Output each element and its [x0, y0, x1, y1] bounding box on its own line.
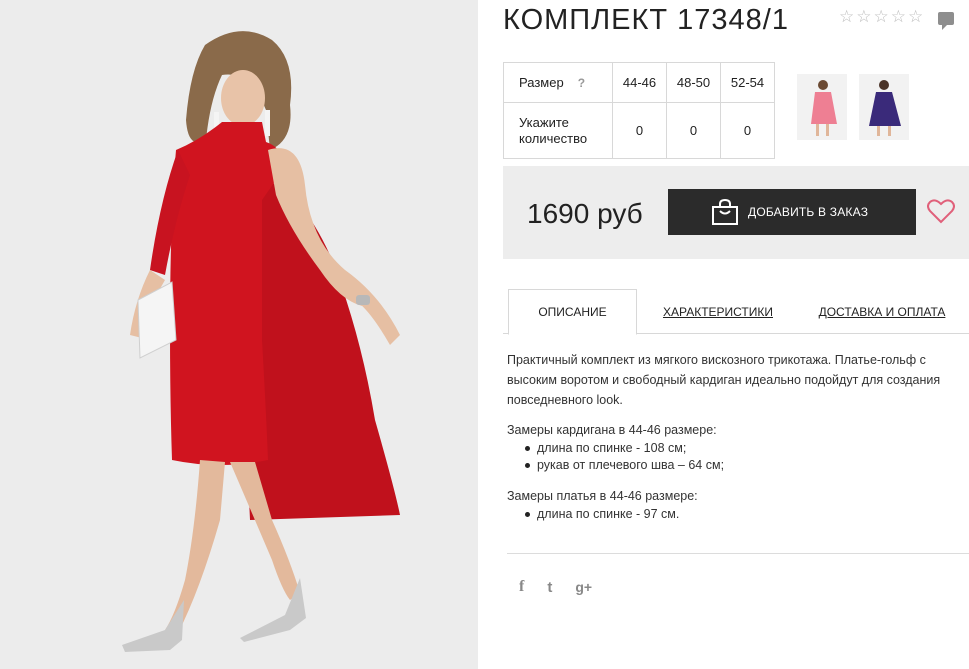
add-to-order-button[interactable]: ДОБАВИТЬ В ЗАКАЗ — [668, 189, 916, 235]
size-column: 48-50 — [666, 62, 721, 103]
heart-icon[interactable] — [927, 198, 955, 224]
tab-bar: ОПИСАНИЕ ХАРАКТЕРИСТИКИ ДОСТАВКА И ОПЛАТ… — [503, 289, 969, 335]
list-item: длина по спинке - 97 см. — [525, 506, 969, 523]
product-title: КОМПЛЕКТ 17348/1 — [503, 4, 789, 36]
size-column: 44-46 — [612, 62, 667, 103]
quantity-input[interactable]: 0 — [720, 102, 775, 159]
thumbnail-purple-image — [859, 74, 909, 140]
help-icon[interactable]: ? — [578, 75, 585, 91]
model-illustration — [0, 0, 478, 669]
quantity-input[interactable]: 0 — [666, 102, 721, 159]
purchase-panel: 1690 руб ДОБАВИТЬ В ЗАКАЗ — [503, 166, 969, 259]
thumbnail-purple[interactable] — [859, 74, 909, 140]
thumbnail-pink[interactable] — [797, 74, 847, 140]
size-label: Размер — [519, 74, 564, 90]
twitter-icon[interactable]: t — [547, 579, 552, 596]
cardigan-measurements-list: длина по спинке - 108 см; рукав от плече… — [525, 440, 969, 474]
description-panel: Практичный комплект из мягкого вискозног… — [507, 350, 969, 523]
star-icon[interactable]: ☆ — [839, 8, 854, 25]
star-icon[interactable]: ☆ — [874, 8, 889, 25]
list-item: длина по спинке - 108 см; — [525, 440, 969, 457]
star-icon[interactable]: ☆ — [908, 8, 923, 25]
size-column: 52-54 — [720, 62, 775, 103]
shopping-bag-icon — [712, 199, 738, 225]
thumbnail-pink-image — [797, 74, 847, 140]
google-plus-icon[interactable]: g+ — [575, 579, 592, 595]
tab-description[interactable]: ОПИСАНИЕ — [508, 289, 637, 335]
divider — [507, 553, 969, 554]
dress-measurements-heading: Замеры платья в 44-46 размере: — [507, 489, 698, 503]
size-table: Размер? 44-46 48-50 52-54 Укажите количе… — [503, 62, 775, 159]
star-icon[interactable]: ☆ — [891, 8, 906, 25]
description-intro: Практичный комплект из мягкого вискозног… — [507, 353, 941, 407]
cardigan-measurements-heading: Замеры кардигана в 44-46 размере: — [507, 423, 717, 437]
rating-stars[interactable]: ☆ ☆ ☆ ☆ ☆ — [839, 8, 923, 25]
comment-icon[interactable] — [938, 12, 954, 30]
add-to-order-label: ДОБАВИТЬ В ЗАКАЗ — [748, 205, 869, 219]
list-item: рукав от плечевого шва – 64 см; — [525, 457, 969, 474]
dress-measurements-list: длина по спинке - 97 см. — [525, 506, 969, 523]
tab-delivery-payment[interactable]: ДОСТАВКА И ОПЛАТА — [811, 289, 953, 334]
social-share: f t g+ — [519, 578, 615, 596]
quantity-input[interactable]: 0 — [612, 102, 667, 159]
quantity-label: Укажите количество — [503, 102, 613, 159]
facebook-icon[interactable]: f — [519, 578, 524, 596]
tab-characteristics[interactable]: ХАРАКТЕРИСТИКИ — [653, 289, 783, 334]
price: 1690 руб — [527, 198, 643, 229]
star-icon[interactable]: ☆ — [856, 8, 871, 25]
size-label-cell: Размер? — [503, 62, 613, 103]
product-photo[interactable] — [0, 0, 478, 669]
